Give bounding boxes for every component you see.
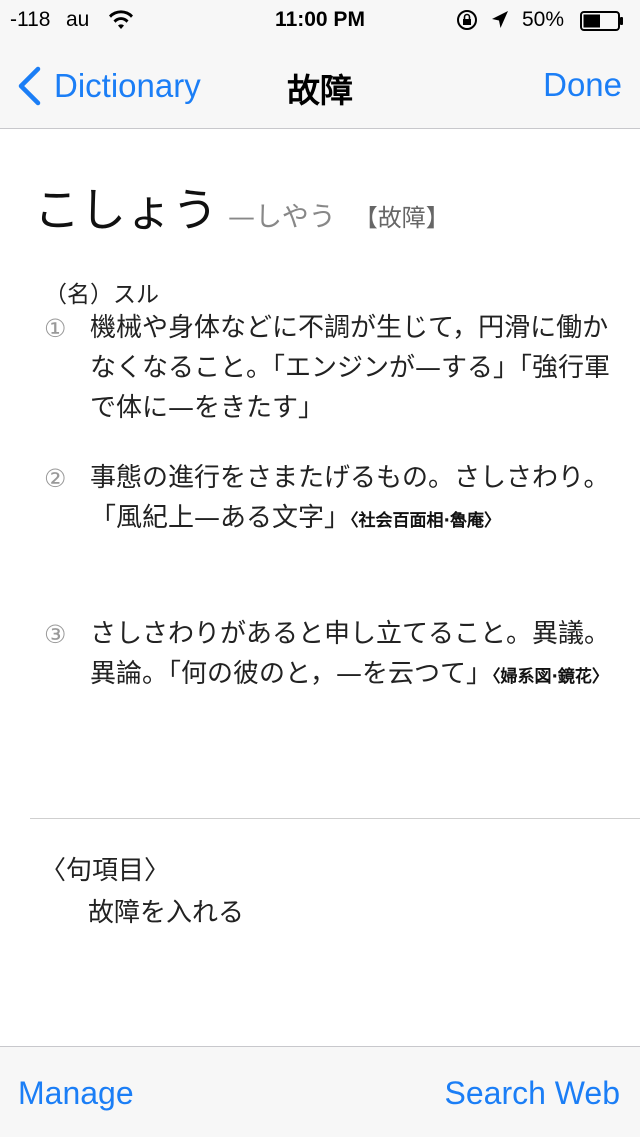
battery-icon [580,11,623,31]
sense-definition: 機械や身体などに不調が生じて，円滑に働かなくなること。「エンジンが—する」「強行… [90,313,611,423]
location-arrow-icon [492,11,508,28]
sense-number: ③ [44,620,67,649]
navigation-bar: Dictionary 故障 Done [0,40,640,129]
historical-reading: —しやう [228,202,336,233]
headword-line: こしょう —しやう 【故障】 [34,174,450,240]
search-web-button[interactable]: Search Web [445,1075,621,1112]
chevron-left-icon [18,66,41,106]
sense-text-block: 事態の進行をさまたげるもの。さしさわり。「風紀上—ある文字」〈社会百面相·魯庵〉 [90,458,610,541]
phrase-item[interactable]: 故障を入れる [88,892,244,929]
back-button[interactable]: Dictionary [16,64,201,108]
rotation-lock-icon [457,10,477,30]
bottom-toolbar: Manage Search Web [0,1046,640,1137]
sense-number: ① [44,314,67,343]
section-divider [30,818,640,819]
part-of-speech: （名）スル [44,282,159,308]
headword: こしょう [34,183,218,237]
headword-kanji: 【故障】 [353,204,450,232]
back-button-label: Dictionary [54,67,201,104]
manage-button[interactable]: Manage [18,1075,134,1112]
sense-number: ② [44,464,67,493]
sense-source: 〈社会百面相·魯庵〉 [350,511,501,531]
battery-percent: 50% [522,8,565,31]
sense-text-block: さしさわりがあると申し立てること。異議。異論。「何の彼のと，—を云つて」〈婦系図… [90,614,610,697]
entry-content: こしょう —しやう 【故障】 （名）スル ① 機械や身体などに不調が生じて，円滑に働… [0,130,640,1045]
done-button[interactable]: Done [543,66,622,104]
phrase-section-header: 〈句項目〉 [40,856,171,886]
sense-source: 〈婦系図·鏡花〉 [491,667,609,687]
sense-text-block: 機械や身体などに不調が生じて，円滑に働かなくなること。「エンジンが—する」「強行… [90,308,610,428]
status-bar: -118 au 11:00 PM 50% [0,0,640,40]
